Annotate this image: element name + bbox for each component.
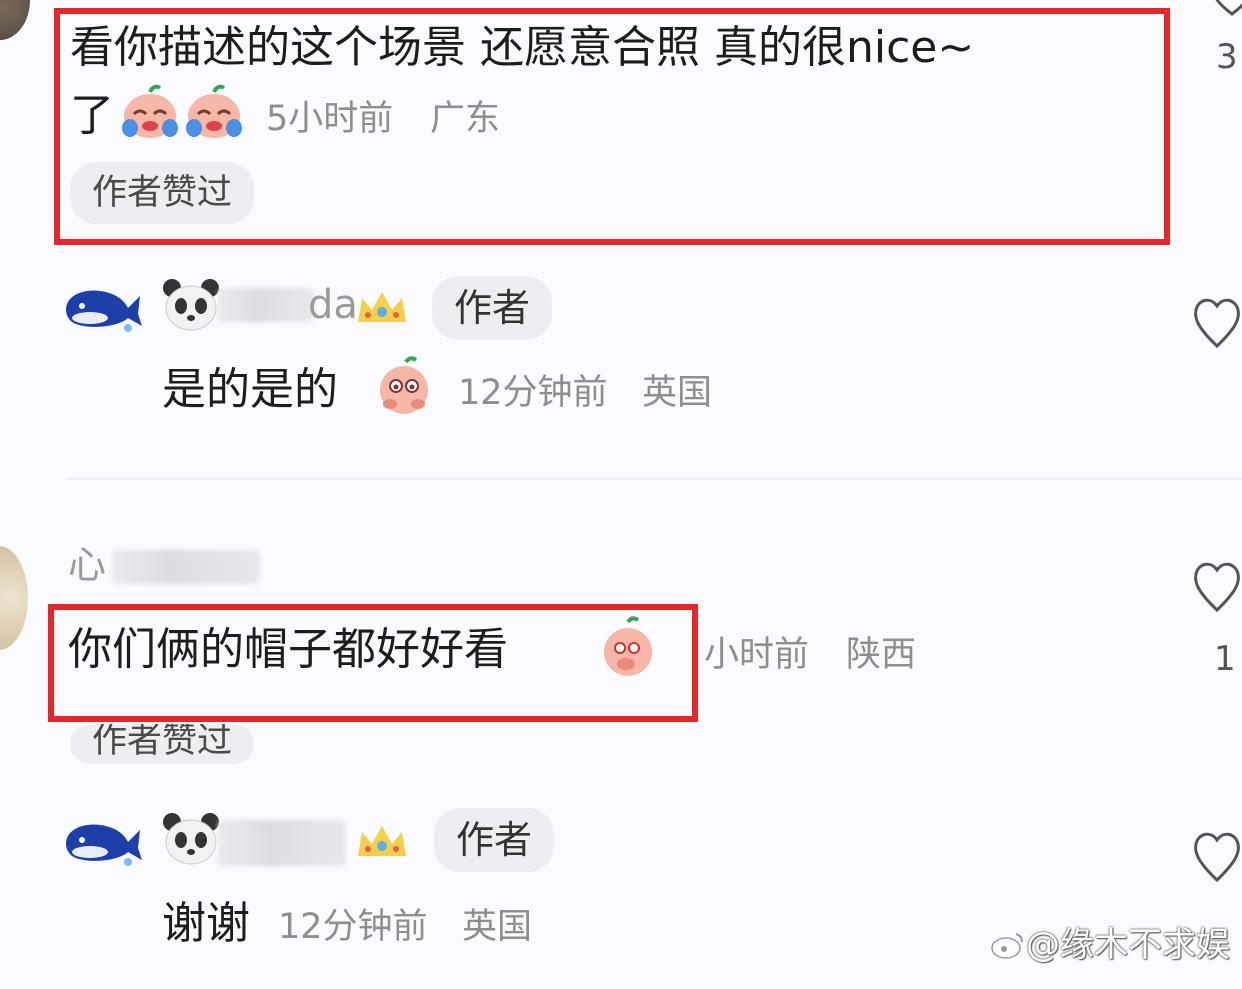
author-tag: 作者: [432, 276, 553, 340]
comment-2-like-count: 1: [1214, 639, 1236, 679]
author-liked-badge: 作者赞过: [70, 724, 255, 764]
like-heart-icon[interactable]: [1192, 292, 1242, 350]
reply-1-location: 英国: [642, 373, 713, 413]
reply-2-text: 谢谢: [162, 898, 250, 949]
like-heart-icon[interactable]: [1192, 556, 1242, 614]
whale-avatar-icon[interactable]: [62, 280, 144, 336]
comment-2-text: 你们俩的帽子都好好看: [68, 624, 508, 675]
reply-2-location: 英国: [462, 907, 533, 947]
comment-1-text-line2: 了: [70, 90, 114, 141]
comment-1-time: 5小时前: [266, 99, 394, 139]
shy-emoji-icon: [376, 356, 432, 416]
comment-1-like-count: 3: [1216, 37, 1238, 77]
blurred-username: [218, 288, 314, 322]
crown-icon: [354, 288, 410, 332]
panda-icon: [162, 278, 220, 336]
crying-emoji-icon: [184, 84, 244, 140]
watermark-text: @缘木不求娱: [1026, 925, 1230, 965]
whale-avatar-icon[interactable]: [62, 814, 144, 870]
divider: [66, 478, 1242, 480]
reply-1-author-name[interactable]: da: [308, 285, 358, 325]
weibo-logo-icon: [990, 930, 1026, 964]
like-heart-icon[interactable]: [1192, 826, 1242, 884]
reply-1-text: 是的是的: [162, 364, 338, 415]
blurred-username: [112, 550, 260, 584]
comment-2-time: 小时前: [704, 635, 810, 675]
author-tag: 作者: [434, 808, 555, 872]
crown-icon: [354, 822, 410, 866]
reply-2-time: 12分钟前: [278, 907, 428, 947]
like-heart-icon-top[interactable]: [1210, 0, 1242, 18]
comment-2-username[interactable]: 心: [68, 546, 106, 584]
commenter-avatar[interactable]: [0, 546, 28, 650]
reply-1-time: 12分钟前: [458, 373, 608, 413]
comment-2-location: 陕西: [846, 635, 917, 675]
shy-emoji-icon: [600, 616, 656, 678]
crying-emoji-icon: [120, 84, 180, 140]
commenter-avatar-top[interactable]: [0, 0, 30, 40]
panda-icon: [162, 812, 220, 870]
comment-1-location: 广东: [430, 99, 501, 139]
comment-1-text-line1: 看你描述的这个场景 还愿意合照 真的很nice~: [70, 22, 975, 73]
blurred-username: [218, 820, 346, 866]
author-liked-badge: 作者赞过: [70, 162, 255, 224]
